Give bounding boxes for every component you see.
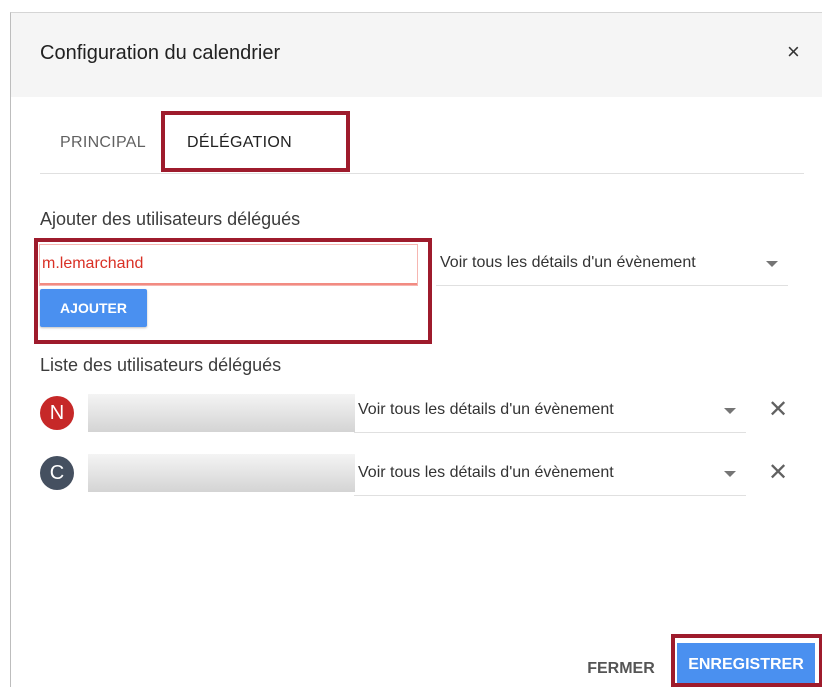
dialog-header: Configuration du calendrier × [11,13,822,97]
dropdown-arrow-icon [724,471,736,477]
delegate-permission-select[interactable]: Voir tous les détails d'un évènement [354,392,746,433]
delegate-permission-select[interactable]: Voir tous les détails d'un évènement [354,455,746,496]
permission-value: Voir tous les détails d'un évènement [440,254,696,271]
remove-delegate-icon[interactable]: ✕ [768,397,788,423]
new-delegate-permission-select[interactable]: Voir tous les détails d'un évènement [436,245,788,286]
tab-principal[interactable]: PRINCIPAL [60,133,146,153]
tabs-divider [40,173,804,174]
close-button[interactable]: FERMER [574,651,668,687]
tab-delegation[interactable]: DÉLÉGATION [187,133,292,153]
save-button[interactable]: ENREGISTRER [677,643,815,687]
redacted-user-name [88,394,355,432]
permission-value: Voir tous les détails d'un évènement [358,464,614,481]
add-delegate-button[interactable]: AJOUTER [40,289,147,327]
avatar: N [40,396,74,430]
dialog-title: Configuration du calendrier [40,42,281,64]
remove-delegate-icon[interactable]: ✕ [768,460,788,486]
avatar: C [40,456,74,490]
dropdown-arrow-icon [766,261,778,267]
dropdown-arrow-icon [724,408,736,414]
close-icon[interactable]: × [787,39,800,65]
delegates-list-title: Liste des utilisateurs délégués [40,355,282,375]
delegate-email-input[interactable] [39,244,418,286]
calendar-settings-dialog: Configuration du calendrier × PRINCIPAL … [10,12,822,687]
add-delegates-title: Ajouter des utilisateurs délégués [40,209,301,229]
redacted-user-name [88,454,355,492]
permission-value: Voir tous les détails d'un évènement [358,401,614,418]
